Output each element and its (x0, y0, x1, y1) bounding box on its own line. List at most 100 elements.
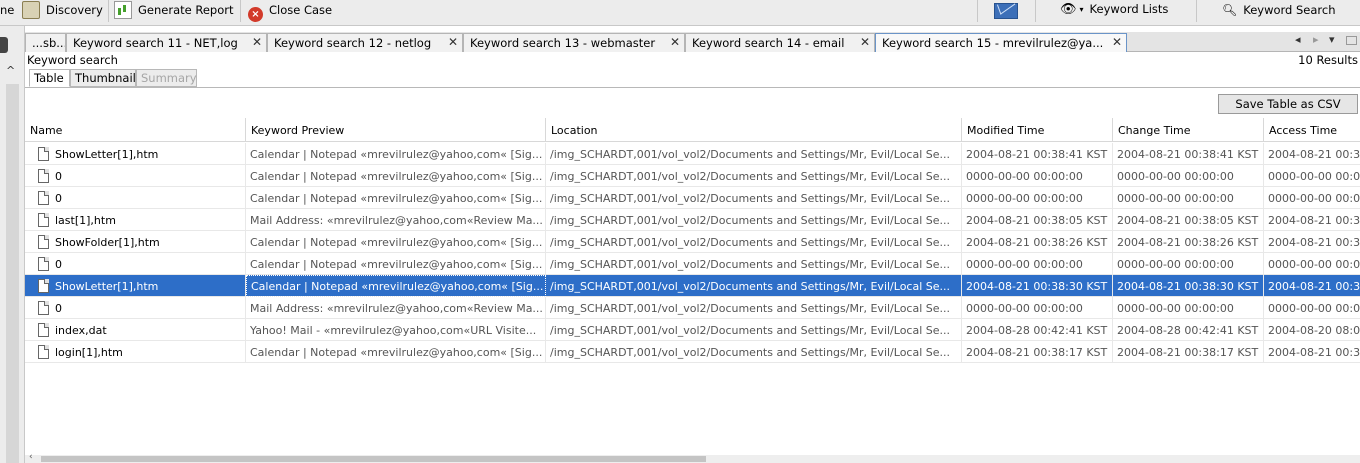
cell-location[interactable]: /img_SCHARDT,001/vol_vol2/Documents and … (546, 187, 962, 209)
cell-location[interactable]: /img_SCHARDT,001/vol_vol2/Documents and … (546, 253, 962, 275)
cell-keyword-preview[interactable]: Calendar | Notepad «mrevilrulez@yahoo,co… (246, 253, 546, 275)
cell-name[interactable]: 0 (25, 165, 246, 187)
cell-access-time[interactable]: 0000-00-00 00:00: (1264, 165, 1360, 187)
cell-access-time[interactable]: 0000-00-00 00:00: (1264, 253, 1360, 275)
cell-keyword-preview[interactable]: Mail Address: «mrevilrulez@yahoo,com«Rev… (246, 209, 546, 231)
table-row[interactable]: 0 Mail Address: «mrevilrulez@yahoo,com«Re… (25, 297, 1360, 319)
cell-name[interactable]: last[1],htm (25, 209, 246, 231)
cell-modified-time[interactable]: 2004-08-21 00:38:17 KST (962, 341, 1113, 363)
maximize-icon[interactable] (1346, 36, 1357, 45)
cell-keyword-preview[interactable]: Calendar | Notepad «mrevilrulez@yahoo,co… (246, 143, 546, 165)
horizontal-scrollbar[interactable]: ‹ (25, 452, 1360, 463)
cell-name[interactable]: ShowFolder[1],htm (25, 231, 246, 253)
table-row[interactable]: ShowLetter[1],htm Calendar | Notepad «mre… (25, 143, 1360, 165)
tab-2[interactable]: Keyword search 12 - netlog ✕ (267, 33, 463, 52)
tab-list-icon[interactable]: ▾ (1329, 33, 1335, 46)
discovery-button[interactable]: Discovery (22, 0, 103, 20)
left-scrollbar[interactable] (6, 84, 19, 463)
cell-change-time[interactable]: 0000-00-00 00:00:00 (1113, 165, 1264, 187)
cell-access-time[interactable]: 2004-08-21 00:38: (1264, 275, 1360, 297)
tab-5[interactable]: Keyword search 15 - mrevilrulez@ya... ✕ (875, 33, 1127, 52)
cell-location[interactable]: /img_SCHARDT,001/vol_vol2/Documents and … (546, 319, 962, 341)
table-row[interactable]: 0 Calendar | Notepad «mrevilrulez@yahoo,c… (25, 253, 1360, 275)
cell-change-time[interactable]: 2004-08-21 00:38:17 KST (1113, 341, 1264, 363)
cell-keyword-preview[interactable]: Calendar | Notepad «mrevilrulez@yahoo,co… (246, 341, 546, 363)
cell-keyword-preview[interactable]: Calendar | Notepad «mrevilrulez@yahoo,co… (246, 275, 546, 297)
cell-name[interactable]: ShowLetter[1],htm (25, 143, 246, 165)
cell-modified-time[interactable]: 2004-08-21 00:38:05 KST (962, 209, 1113, 231)
cell-keyword-preview[interactable]: Yahoo! Mail - «mrevilrulez@yahoo,com«URL… (246, 319, 546, 341)
cell-name[interactable]: ShowLetter[1],htm (25, 275, 246, 297)
cell-modified-time[interactable]: 0000-00-00 00:00:00 (962, 297, 1113, 319)
cell-modified-time[interactable]: 0000-00-00 00:00:00 (962, 165, 1113, 187)
scroll-left-icon[interactable]: ‹ (29, 452, 33, 462)
table-row[interactable]: index,dat Yahoo! Mail - «mrevilrulez@yaho… (25, 319, 1360, 341)
cell-location[interactable]: /img_SCHARDT,001/vol_vol2/Documents and … (546, 275, 962, 297)
scrollbar-thumb[interactable] (41, 456, 706, 462)
tab-3[interactable]: Keyword search 13 - webmaster ✕ (463, 33, 685, 52)
table-row[interactable]: ShowLetter[1],htm Calendar | Notepad «mre… (25, 275, 1360, 297)
close-icon[interactable]: ✕ (448, 35, 458, 49)
table-row[interactable]: last[1],htm Mail Address: «mrevilrulez@ya… (25, 209, 1360, 231)
table-row[interactable]: 0 Calendar | Notepad «mrevilrulez@yahoo,c… (25, 165, 1360, 187)
cell-modified-time[interactable]: 0000-00-00 00:00:00 (962, 253, 1113, 275)
cell-change-time[interactable]: 2004-08-21 00:38:26 KST (1113, 231, 1264, 253)
table-row[interactable]: login[1],htm Calendar | Notepad «mrevilru… (25, 341, 1360, 363)
cell-modified-time[interactable]: 2004-08-21 00:38:26 KST (962, 231, 1113, 253)
cell-access-time[interactable]: 2004-08-20 08:04: (1264, 319, 1360, 341)
cell-change-time[interactable]: 2004-08-21 00:38:05 KST (1113, 209, 1264, 231)
cell-location[interactable]: /img_SCHARDT,001/vol_vol2/Documents and … (546, 341, 962, 363)
cell-location[interactable]: /img_SCHARDT,001/vol_vol2/Documents and … (546, 297, 962, 319)
cell-keyword-preview[interactable]: Mail Address: «mrevilrulez@yahoo,com«Rev… (246, 297, 546, 319)
cell-modified-time[interactable]: 2004-08-28 00:42:41 KST (962, 319, 1113, 341)
cell-location[interactable]: /img_SCHARDT,001/vol_vol2/Documents and … (546, 143, 962, 165)
cell-name[interactable]: login[1],htm (25, 341, 246, 363)
cell-modified-time[interactable]: 2004-08-21 00:38:41 KST (962, 143, 1113, 165)
cell-access-time[interactable]: 2004-08-21 00:38: (1264, 143, 1360, 165)
keyword-lists-button[interactable]: 👁 ▾ Keyword Lists (1060, 0, 1168, 19)
settings-icon[interactable] (0, 37, 8, 53)
cell-modified-time[interactable]: 2004-08-21 00:38:30 KST (962, 275, 1113, 297)
cell-keyword-preview[interactable]: Calendar | Notepad «mrevilrulez@yahoo,co… (246, 187, 546, 209)
cell-access-time[interactable]: 0000-00-00 00:00: (1264, 297, 1360, 319)
close-icon[interactable]: ✕ (1112, 35, 1122, 49)
tab-scroll-left-icon[interactable]: ◂ (1295, 33, 1301, 46)
cell-change-time[interactable]: 2004-08-21 00:38:41 KST (1113, 143, 1264, 165)
tab-scroll-right-icon[interactable]: ▸ (1313, 33, 1319, 46)
cell-change-time[interactable]: 0000-00-00 00:00:00 (1113, 253, 1264, 275)
close-icon[interactable]: ✕ (670, 35, 680, 49)
tab-0[interactable]: ...sb... (25, 33, 66, 52)
cell-access-time[interactable]: 0000-00-00 00:00: (1264, 187, 1360, 209)
cell-change-time[interactable]: 0000-00-00 00:00:00 (1113, 297, 1264, 319)
cell-name[interactable]: 0 (25, 253, 246, 275)
cell-change-time[interactable]: 0000-00-00 00:00:00 (1113, 187, 1264, 209)
tab-4[interactable]: Keyword search 14 - email ✕ (685, 33, 875, 52)
email-button[interactable] (994, 1, 1018, 21)
close-icon[interactable]: ✕ (252, 35, 262, 49)
table-row[interactable]: ShowFolder[1],htm Calendar | Notepad «mre… (25, 231, 1360, 253)
close-icon[interactable]: ✕ (860, 35, 870, 49)
cell-keyword-preview[interactable]: Calendar | Notepad «mrevilrulez@yahoo,co… (246, 231, 546, 253)
cell-location[interactable]: /img_SCHARDT,001/vol_vol2/Documents and … (546, 165, 962, 187)
cell-access-time[interactable]: 2004-08-21 00:38: (1264, 341, 1360, 363)
close-case-button[interactable]: × Close Case (248, 0, 332, 22)
cell-change-time[interactable]: 2004-08-21 00:38:30 KST (1113, 275, 1264, 297)
cell-location[interactable]: /img_SCHARDT,001/vol_vol2/Documents and … (546, 231, 962, 253)
cell-name[interactable]: 0 (25, 187, 246, 209)
save-csv-button[interactable]: Save Table as CSV (1218, 94, 1358, 114)
subtab-table[interactable]: Table (29, 69, 70, 87)
generate-report-button[interactable]: Generate Report (114, 0, 234, 20)
cell-change-time[interactable]: 2004-08-28 00:42:41 KST (1113, 319, 1264, 341)
col-header-location[interactable]: Location (546, 118, 962, 142)
col-header-access-time[interactable]: Access Time (1264, 118, 1360, 142)
subtab-thumbnail[interactable]: Thumbnail (70, 69, 136, 87)
cell-access-time[interactable]: 2004-08-21 00:38: (1264, 209, 1360, 231)
table-row[interactable]: 0 Calendar | Notepad «mrevilrulez@yahoo,c… (25, 187, 1360, 209)
tab-1[interactable]: Keyword search 11 - NET,log ✕ (66, 33, 267, 52)
col-header-keyword-preview[interactable]: Keyword Preview (246, 118, 546, 142)
cell-name[interactable]: 0 (25, 297, 246, 319)
keyword-search-button[interactable]: 🔍︎ Keyword Search (1222, 0, 1336, 20)
cell-keyword-preview[interactable]: Calendar | Notepad «mrevilrulez@yahoo,co… (246, 165, 546, 187)
cell-location[interactable]: /img_SCHARDT,001/vol_vol2/Documents and … (546, 209, 962, 231)
cell-name[interactable]: index,dat (25, 319, 246, 341)
